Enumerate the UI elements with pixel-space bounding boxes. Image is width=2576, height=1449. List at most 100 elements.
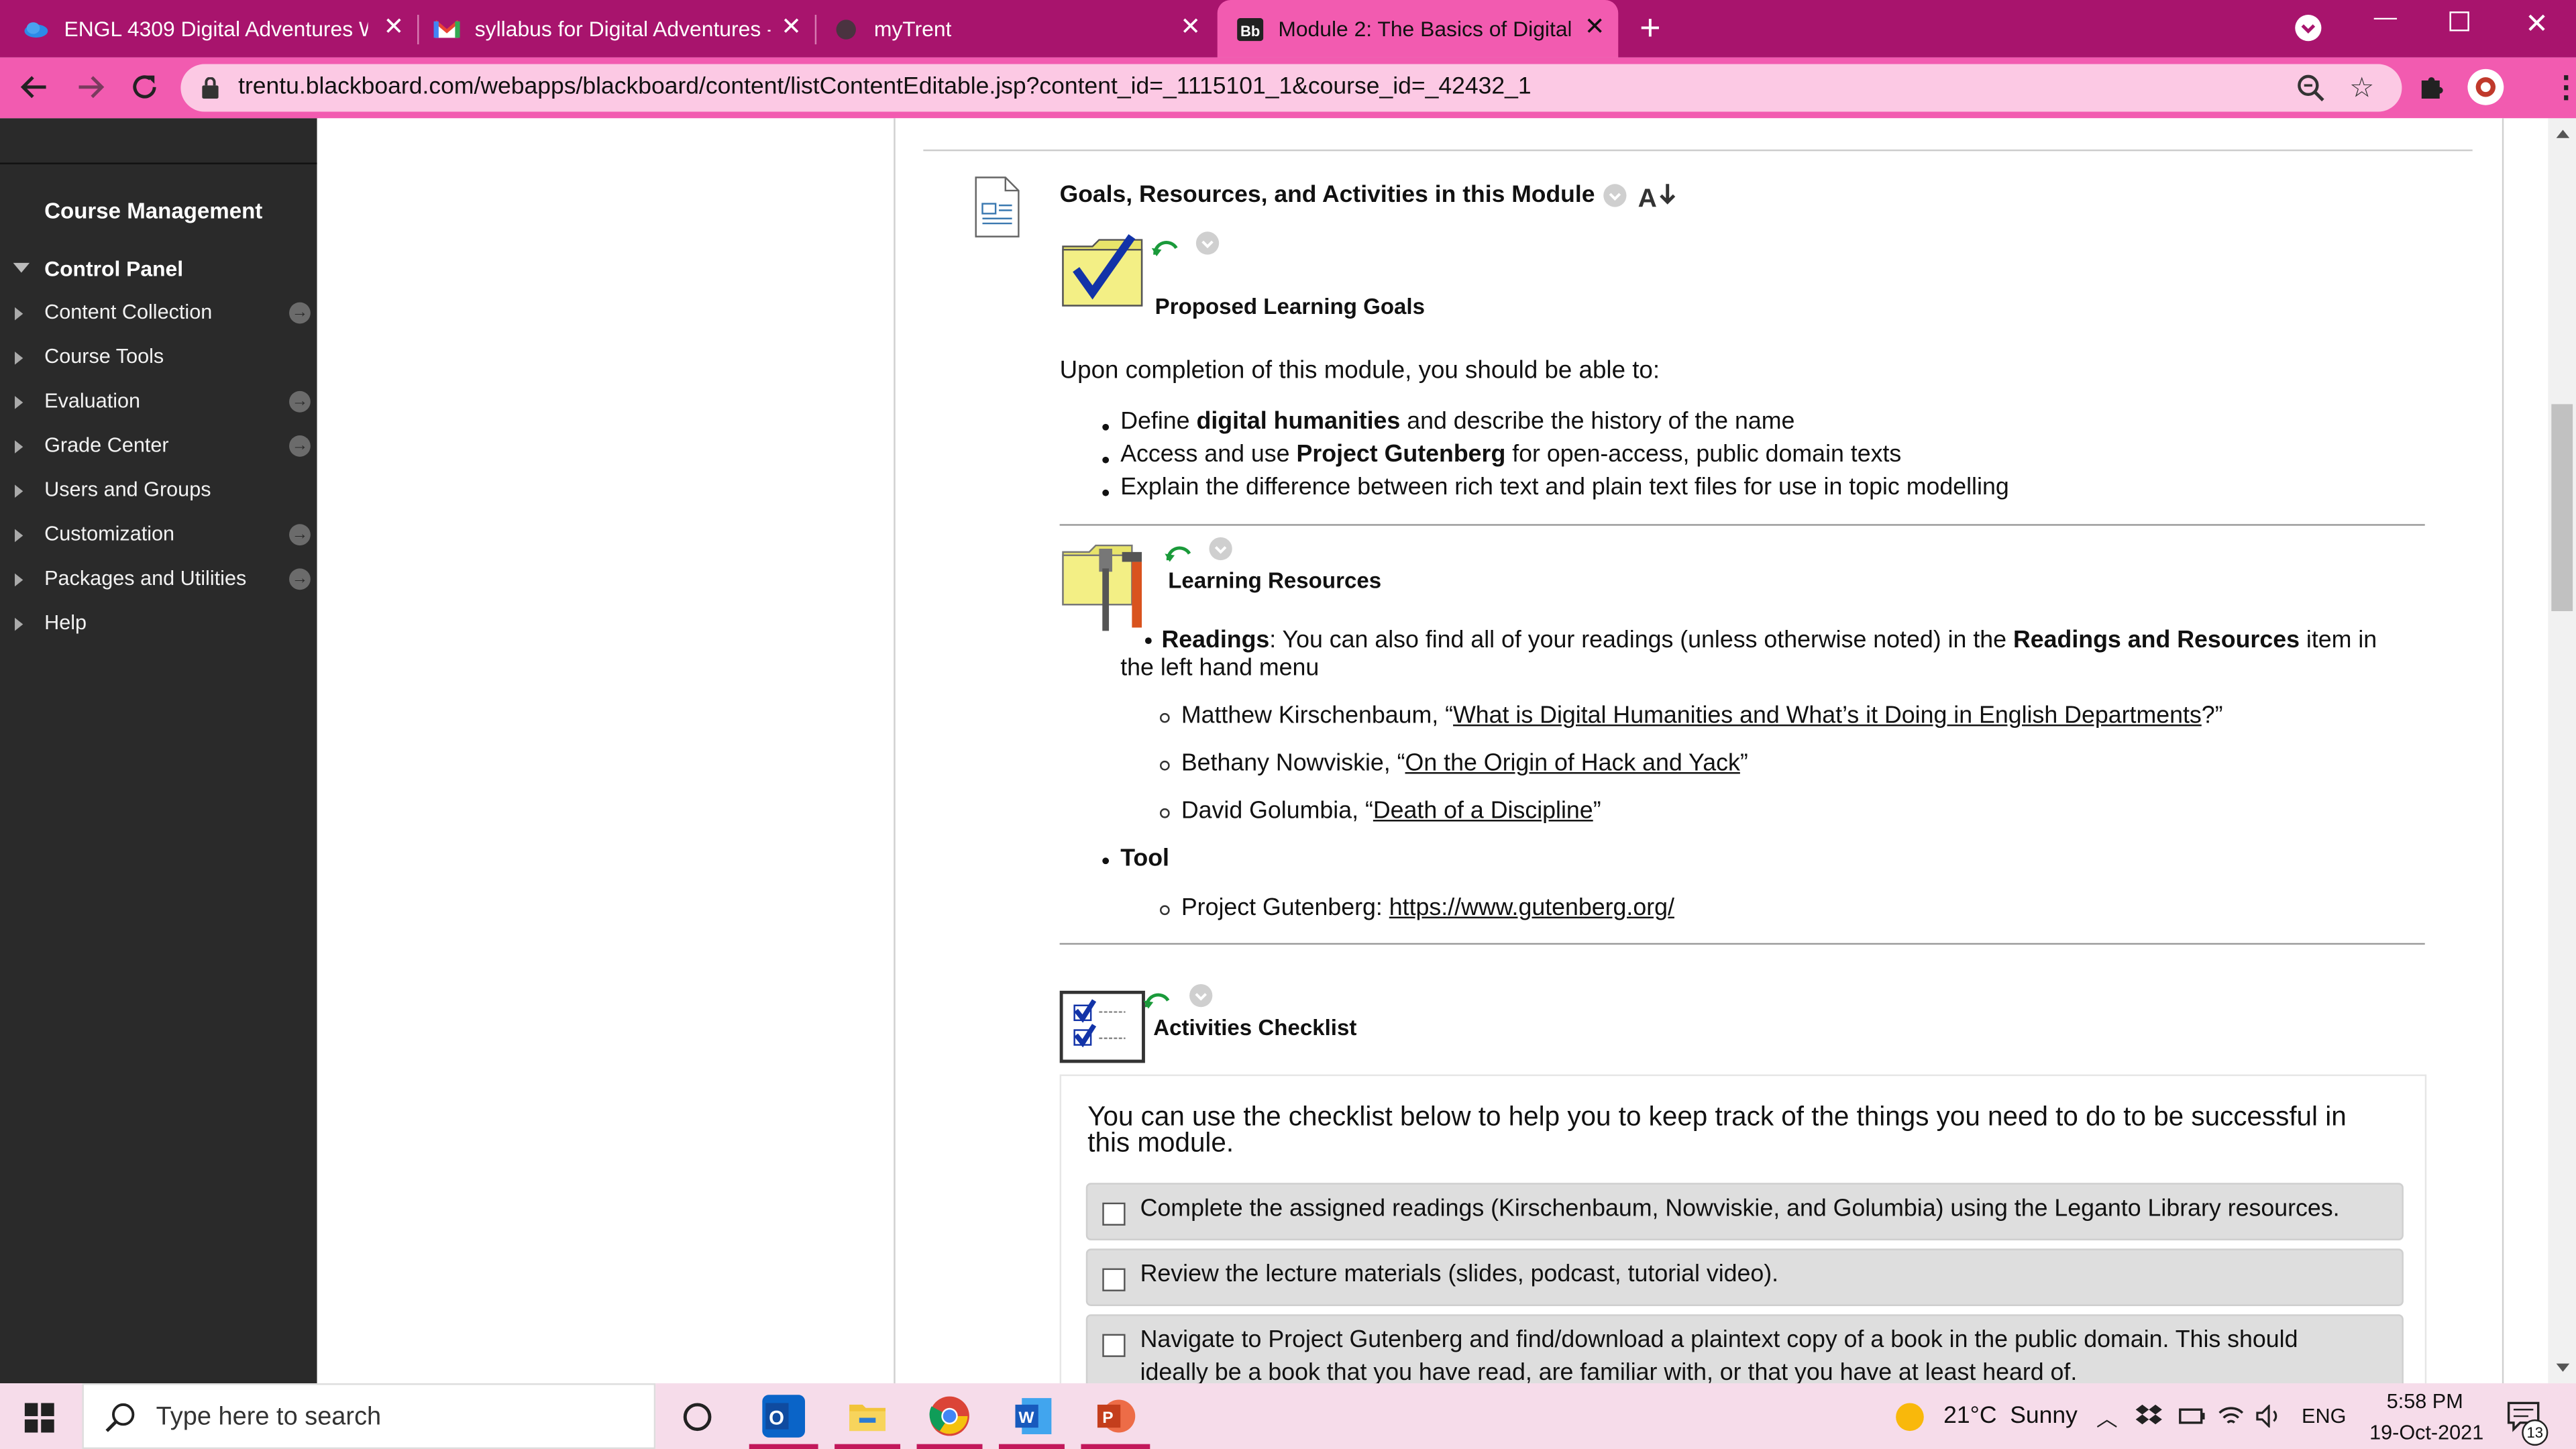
list-bullet [1159, 905, 1170, 916]
outlook-icon[interactable]: O [762, 1395, 806, 1438]
show-hidden-icons-chevron-icon[interactable]: ︿ [2096, 1401, 2118, 1433]
reading-link[interactable]: On the Origin of Hack and Yack [1405, 751, 1740, 777]
list-bullet [1102, 857, 1110, 865]
tab-syllabus[interactable]: syllabus for Digital Adventures - ✕ [433, 0, 815, 58]
sidebar-item[interactable]: Course Tools [44, 345, 164, 368]
reading-item: David Golumbia, “Death of a Discipline” [1181, 798, 1601, 824]
page-scrollbar[interactable] [2548, 118, 2576, 1384]
svg-text:P: P [1102, 1409, 1113, 1427]
checklist-item[interactable]: Complete the assigned readings (Kirschen… [1085, 1183, 2404, 1240]
scroll-down-icon[interactable] [2556, 1363, 2570, 1372]
tab-title: Module 2: The Basics of Digital H [1278, 16, 1571, 42]
sidebar-item[interactable]: Evaluation [44, 389, 140, 412]
zoom-icon[interactable] [2297, 74, 2325, 110]
browser-toolbar: trentu.blackboard.com/webapps/blackboard… [0, 57, 2576, 119]
reload-icon[interactable] [129, 72, 159, 107]
checkbox[interactable] [1102, 1268, 1126, 1291]
blackboard-icon: Bb [1237, 15, 1264, 42]
dropbox-icon[interactable] [2135, 1404, 2162, 1436]
bookmark-star-icon[interactable]: ☆ [2349, 72, 2374, 105]
control-panel-label[interactable]: Control Panel [44, 256, 183, 281]
tool-item-text: Project Gutenberg: [1181, 895, 1389, 922]
close-tab-icon[interactable]: ✕ [1180, 14, 1201, 41]
back-arrow-icon[interactable] [19, 72, 49, 107]
tab-module-2[interactable]: Bb Module 2: The Basics of Digital H ✕ [1217, 0, 1619, 58]
expand-caret-icon[interactable] [15, 484, 23, 498]
language-indicator[interactable]: ENG [2302, 1405, 2346, 1428]
menu-kebab-icon[interactable]: ⋮ [2551, 70, 2576, 105]
go-arrow-icon[interactable]: → [289, 524, 311, 546]
windows-start-icon[interactable] [24, 1403, 54, 1440]
go-arrow-icon[interactable]: → [289, 568, 311, 590]
close-tab-icon[interactable]: ✕ [781, 14, 802, 41]
sidebar-item[interactable]: Help [44, 611, 87, 634]
expand-caret-icon[interactable] [15, 573, 23, 587]
sidebar-item[interactable]: Customization [44, 523, 174, 545]
goal-item-pre: Explain the difference between rich text… [1120, 474, 2009, 501]
close-tab-icon[interactable]: ✕ [1585, 14, 1605, 41]
minimize-icon[interactable]: — [2374, 3, 2397, 30]
go-arrow-icon[interactable]: → [289, 390, 311, 413]
weather-sun-icon[interactable] [1896, 1403, 1924, 1432]
expand-caret-icon[interactable] [15, 440, 23, 453]
gutenberg-link[interactable]: https://www.gutenberg.org/ [1389, 896, 1674, 922]
checklist-intro-1: You can use the checklist below to help … [1087, 1102, 2347, 1132]
refresh-icon[interactable] [1150, 235, 1179, 266]
goal-item-post: and describe the history of the name [1400, 409, 1795, 435]
chrome-icon[interactable] [928, 1395, 971, 1438]
extensions-puzzle-icon[interactable] [2416, 72, 2446, 110]
reading-link[interactable]: What is Digital Humanities and What’s it… [1453, 703, 2202, 729]
text-sort-icon[interactable]: A [1638, 180, 1678, 218]
checkbox[interactable] [1102, 1334, 1126, 1357]
options-chevron-icon[interactable] [1195, 231, 1220, 255]
battery-icon[interactable] [2177, 1405, 2206, 1436]
refresh-icon[interactable] [1142, 987, 1171, 1019]
profile-avatar[interactable] [2467, 68, 2504, 105]
go-arrow-icon[interactable]: → [289, 435, 311, 457]
address-bar[interactable]: trentu.blackboard.com/webapps/blackboard… [180, 64, 2402, 112]
url-text[interactable]: trentu.blackboard.com/webapps/blackboard… [238, 74, 1532, 100]
options-chevron-icon[interactable] [1189, 983, 1213, 1008]
expand-caret-icon[interactable] [15, 617, 23, 631]
expand-caret-icon[interactable] [15, 352, 23, 365]
sidebar-item[interactable]: Packages and Utilities [44, 567, 246, 590]
sidebar-item[interactable]: Users and Groups [44, 478, 211, 501]
window-close-icon[interactable]: ✕ [2525, 8, 2548, 41]
sidebar-item[interactable]: Grade Center [44, 434, 168, 457]
expand-caret-icon[interactable] [15, 307, 23, 321]
wifi-icon[interactable] [2218, 1405, 2244, 1436]
file-explorer-icon[interactable] [846, 1395, 889, 1438]
powerpoint-icon[interactable]: P [1094, 1395, 1137, 1438]
taskbar-search-placeholder[interactable]: Type here to search [156, 1403, 382, 1432]
expand-caret-icon[interactable] [15, 529, 23, 543]
tab-engl-4309[interactable]: ENGL 4309 Digital Adventures W ✕ [23, 0, 417, 58]
taskbar-search-box[interactable]: Type here to search [82, 1383, 656, 1449]
options-chevron-icon[interactable] [1209, 537, 1232, 561]
expand-caret-icon[interactable] [13, 262, 30, 273]
tab-search-icon[interactable] [2295, 15, 2322, 42]
go-arrow-icon[interactable]: → [289, 302, 311, 324]
goals-heading: Proposed Learning Goals [1155, 294, 1425, 319]
lock-icon[interactable] [202, 76, 219, 107]
cortana-icon[interactable] [683, 1403, 712, 1432]
clock-date[interactable]: 19-Oct-2021 [2369, 1421, 2483, 1444]
checklist-item[interactable]: Review the lecture materials (slides, po… [1085, 1248, 2404, 1306]
scroll-thumb[interactable] [2551, 404, 2573, 612]
weather-text[interactable]: 21°C Sunny [1943, 1403, 2078, 1429]
new-tab-button[interactable]: + [1640, 7, 1660, 48]
expand-caret-icon[interactable] [15, 396, 23, 409]
scroll-up-icon[interactable] [2556, 129, 2570, 138]
volume-icon[interactable] [2255, 1403, 2282, 1436]
tab-mytrent[interactable]: myTrent ✕ [833, 0, 1214, 58]
reading-link[interactable]: Death of a Discipline [1373, 798, 1593, 824]
refresh-icon[interactable] [1163, 541, 1193, 572]
restore-icon[interactable] [2449, 11, 2469, 32]
options-chevron-icon[interactable] [1603, 184, 1627, 207]
forward-arrow-icon[interactable] [76, 72, 105, 107]
clock-time[interactable]: 5:58 PM [2375, 1390, 2474, 1413]
checkbox[interactable] [1102, 1202, 1126, 1226]
close-tab-icon[interactable]: ✕ [384, 14, 405, 41]
sidebar-item[interactable]: Content Collection [44, 301, 212, 323]
content-item-title[interactable]: Goals, Resources, and Activities in this… [1060, 182, 1595, 209]
word-icon[interactable]: W [1012, 1395, 1055, 1438]
